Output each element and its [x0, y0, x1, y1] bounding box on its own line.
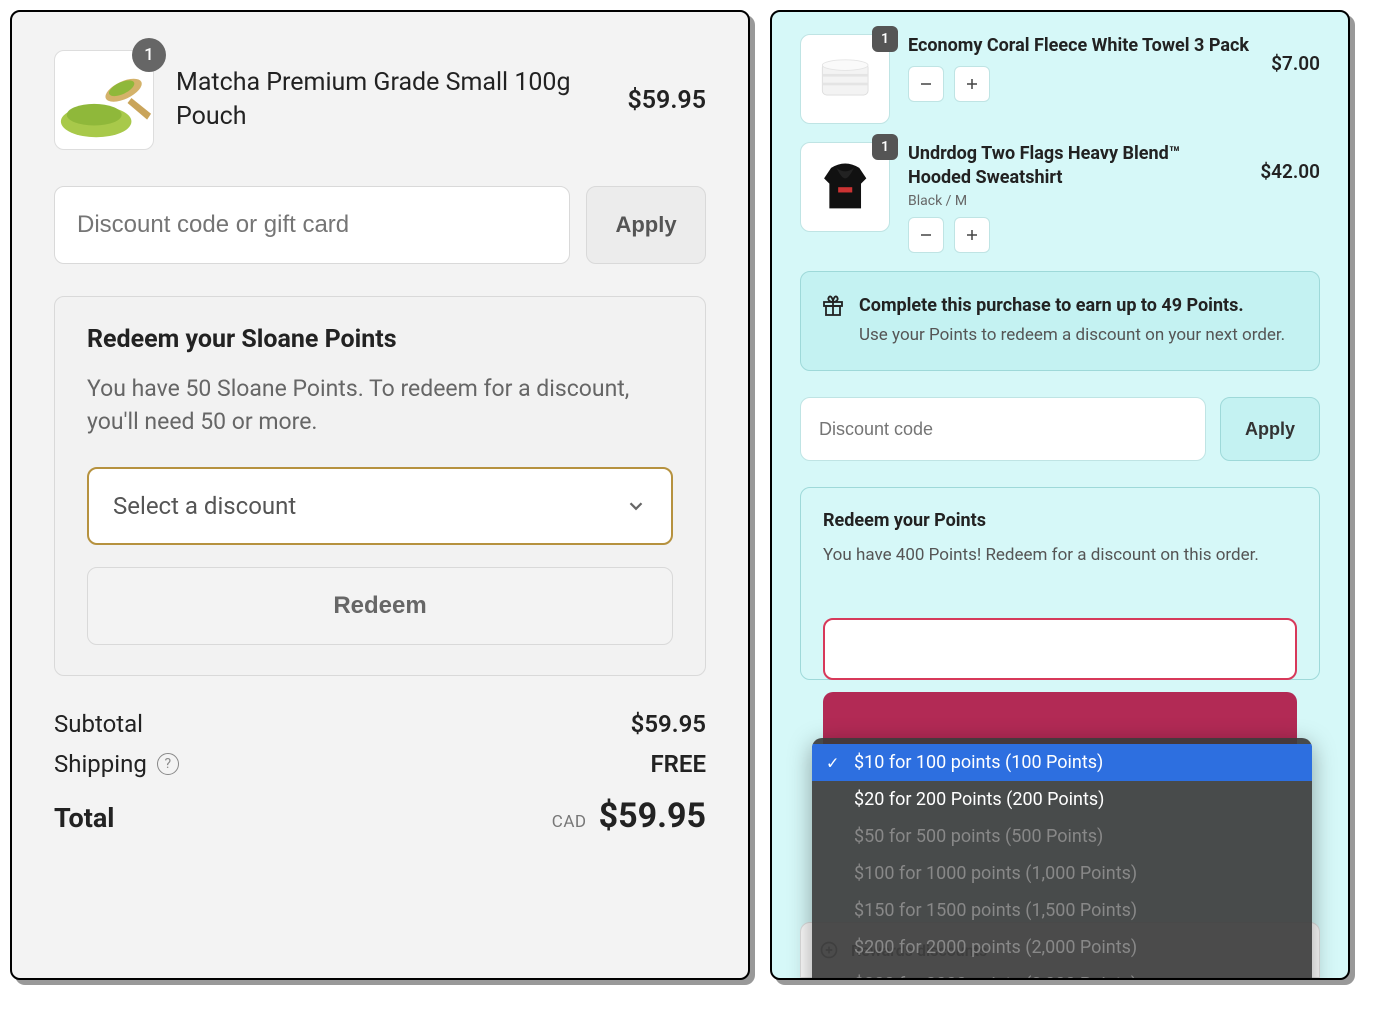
item-price: $7.00	[1271, 34, 1320, 75]
discount-dropdown[interactable]: ✓ $10 for 100 points (100 Points) $20 fo…	[812, 738, 1312, 980]
item-name: Matcha Premium Grade Small 100g Pouch	[176, 66, 605, 134]
item-thumb-wrap: 1	[800, 34, 890, 124]
dropdown-option-label: $100 for 1000 points (1,000 Points)	[854, 863, 1137, 884]
dropdown-option-label: $10 for 100 points (100 Points)	[854, 752, 1103, 773]
earn-title: Complete this purchase to earn up to 49 …	[859, 292, 1285, 319]
redeem-description: You have 50 Sloane Points. To redeem for…	[87, 372, 673, 439]
qty-badge: 1	[872, 26, 898, 52]
dropdown-option[interactable]: $20 for 200 Points (200 Points)	[812, 781, 1312, 818]
dropdown-option-label: $300 for 3000 points (3,000 Points)	[854, 974, 1137, 980]
dropdown-option[interactable]: $100 for 1000 points (1,000 Points)	[812, 855, 1312, 892]
check-icon: ✓	[826, 753, 839, 772]
total-value: $59.95	[599, 796, 706, 836]
dropdown-option[interactable]: $300 for 3000 points (3,000 Points)	[812, 966, 1312, 980]
select-placeholder: Select a discount	[113, 492, 296, 520]
dropdown-option[interactable]: ✓ $10 for 100 points (100 Points)	[812, 744, 1312, 781]
towel-icon	[810, 44, 880, 114]
total-row: Total CAD $59.95	[54, 796, 706, 836]
dropdown-option-label: $200 for 2000 points (2,000 Points)	[854, 937, 1137, 958]
chevron-down-icon	[625, 495, 647, 517]
cart-item: 1 Matcha Premium Grade Small 100g Pouch …	[54, 50, 706, 150]
dropdown-option-label: $20 for 200 Points (200 Points)	[854, 789, 1104, 810]
item-name: Economy Coral Fleece White Towel 3 Pack	[908, 34, 1253, 58]
apply-button[interactable]: Apply	[586, 186, 706, 264]
qty-increase-button[interactable]	[954, 66, 990, 102]
item-details: Undrdog Two Flags Heavy Blend™ Hooded Sw…	[908, 142, 1242, 253]
order-totals: Subtotal $59.95 Shipping ? FREE Total CA…	[54, 710, 706, 836]
discount-row: Apply	[54, 186, 706, 264]
item-price: $59.95	[627, 86, 706, 115]
item-variant: Black / M	[908, 193, 1242, 209]
earn-description: Use your Points to redeem a discount on …	[859, 323, 1285, 349]
apply-button[interactable]: Apply	[1220, 397, 1320, 461]
subtotal-value: $59.95	[631, 710, 706, 738]
dropdown-option-label: $50 for 500 points (500 Points)	[854, 826, 1103, 847]
checkout-panel-right: 1 Economy Coral Fleece White Towel 3 Pac…	[770, 10, 1350, 980]
cart-item: 1 Undrdog Two Flags Heavy Blend™ Hooded …	[800, 142, 1320, 253]
help-icon[interactable]: ?	[157, 753, 179, 775]
plus-icon	[965, 77, 979, 91]
redeem-description: You have 400 Points! Redeem for a discou…	[823, 543, 1297, 569]
redeem-title: Redeem your Points	[823, 510, 1297, 531]
minus-icon	[919, 77, 933, 91]
item-thumb-wrap: 1	[800, 142, 890, 232]
shipping-label: Shipping	[54, 750, 147, 778]
item-details: Economy Coral Fleece White Towel 3 Pack	[908, 34, 1253, 102]
item-thumb-wrap: 1	[54, 50, 154, 150]
plus-icon	[965, 228, 979, 242]
discount-code-input[interactable]	[54, 186, 570, 264]
subtotal-row: Subtotal $59.95	[54, 710, 706, 738]
discount-select[interactable]: Select a discount	[87, 467, 673, 545]
shipping-row: Shipping ? FREE	[54, 750, 706, 778]
qty-controls	[908, 66, 1253, 102]
gift-icon	[821, 294, 845, 318]
redeem-points-box: Redeem your Points You have 400 Points! …	[800, 487, 1320, 680]
redeem-points-box: Redeem your Sloane Points You have 50 Sl…	[54, 296, 706, 676]
dropdown-option[interactable]: $50 for 500 points (500 Points)	[812, 818, 1312, 855]
dropdown-option[interactable]: $200 for 2000 points (2,000 Points)	[812, 929, 1312, 966]
redeem-title: Redeem your Sloane Points	[87, 325, 673, 354]
redeem-button[interactable]: Redeem	[87, 567, 673, 645]
discount-select[interactable]	[823, 618, 1297, 680]
qty-increase-button[interactable]	[954, 217, 990, 253]
cart-item: 1 Economy Coral Fleece White Towel 3 Pac…	[800, 34, 1320, 124]
qty-badge: 1	[132, 38, 166, 72]
subtotal-label: Subtotal	[54, 710, 143, 738]
dropdown-option-label: $150 for 1500 points (1,500 Points)	[854, 900, 1137, 921]
checkout-panel-left: 1 Matcha Premium Grade Small 100g Pouch …	[10, 10, 750, 980]
earn-points-box: Complete this purchase to earn up to 49 …	[800, 271, 1320, 372]
discount-code-input[interactable]	[800, 397, 1206, 461]
minus-icon	[919, 228, 933, 242]
qty-decrease-button[interactable]	[908, 66, 944, 102]
shipping-value: FREE	[650, 750, 706, 778]
hoodie-icon	[810, 152, 880, 222]
item-price: $42.00	[1260, 142, 1320, 183]
total-label: Total	[54, 802, 114, 834]
currency-code: CAD	[552, 812, 587, 832]
qty-decrease-button[interactable]	[908, 217, 944, 253]
qty-controls	[908, 217, 1242, 253]
discount-row: Apply	[800, 397, 1320, 461]
qty-badge: 1	[872, 134, 898, 160]
item-name: Undrdog Two Flags Heavy Blend™ Hooded Sw…	[908, 142, 1242, 191]
dropdown-option[interactable]: $150 for 1500 points (1,500 Points)	[812, 892, 1312, 929]
